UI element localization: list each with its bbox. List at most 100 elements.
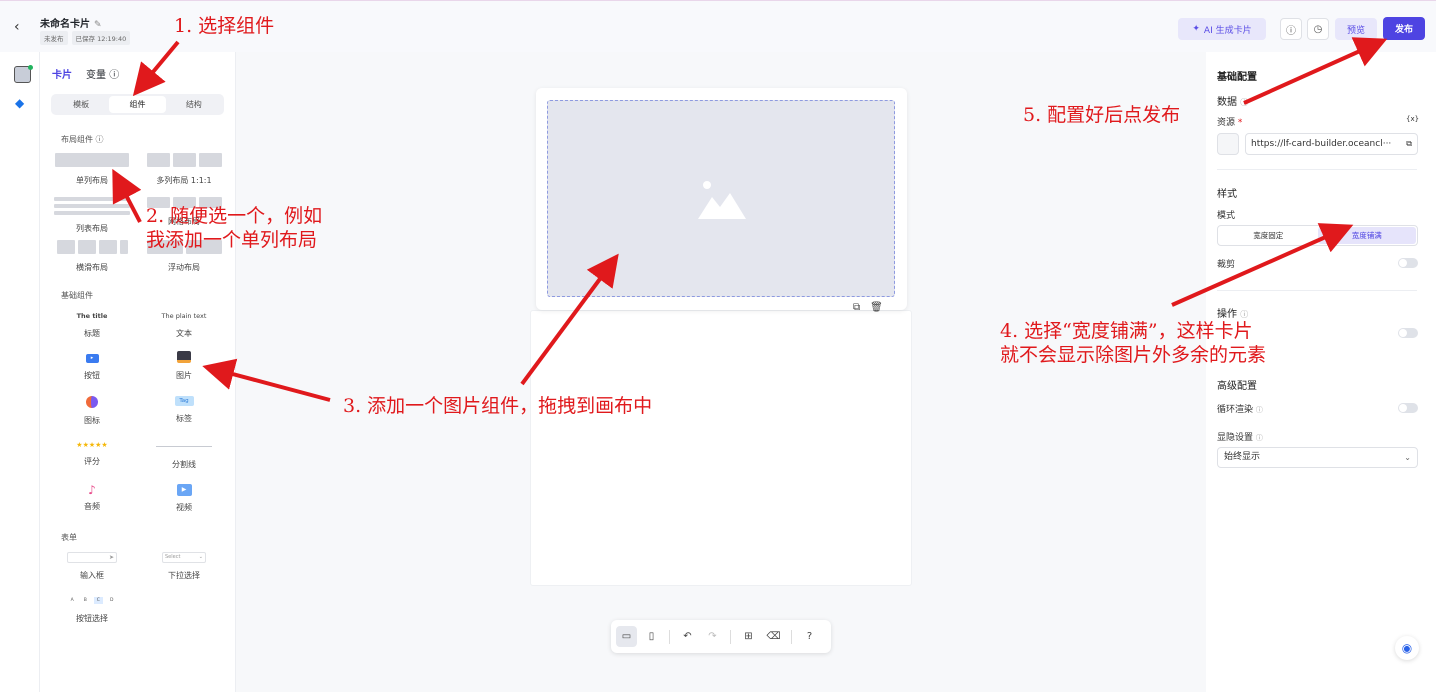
input-component[interactable]: ➤ 输入框 (52, 552, 132, 581)
mode-full-width[interactable]: 宽度铺满 (1317, 227, 1416, 244)
tag-sample: Tag (174, 396, 194, 406)
info-icon[interactable]: ⓘ (1280, 18, 1302, 40)
title-component[interactable]: The title 标题 (52, 312, 132, 339)
help-icon[interactable]: ? (799, 626, 820, 647)
toolbar-divider (730, 629, 731, 644)
canvas[interactable]: ⧉ 🗑 ▭ ▯ ↶ ↷ ⊞ ⌫ ? (236, 52, 1206, 692)
online-status-dot (28, 65, 33, 70)
video-component[interactable]: ▶ 视频 (144, 484, 224, 513)
history-icon[interactable]: ◷ (1307, 18, 1329, 40)
segment-components[interactable]: 组件 (109, 96, 166, 113)
info-icon: ⓘ (1240, 310, 1249, 319)
form-section-title: 表单 (61, 533, 77, 542)
crop-label: 裁剪 (1217, 260, 1236, 270)
horizontal-scroll-layout[interactable]: 横滑布局 (52, 240, 132, 273)
audio-component[interactable]: ♪ 音频 (52, 483, 132, 512)
publish-button[interactable]: 发布 (1383, 17, 1425, 40)
annotation-1: 1. 选择组件 (174, 15, 275, 37)
layout-section-title: 布局组件 ⓘ (61, 135, 104, 144)
eraser-icon[interactable]: ⌫ (763, 626, 784, 647)
rating-component[interactable]: ★★★★★ 评分 (52, 441, 132, 467)
delete-icon[interactable]: 🗑 (870, 302, 883, 313)
image-placeholder[interactable] (547, 100, 895, 297)
info-icon: ⓘ (1255, 406, 1263, 414)
grid-icon[interactable]: ⊞ (738, 626, 759, 647)
canvas-drop-area[interactable] (530, 310, 912, 586)
mobile-view-icon[interactable]: ▯ (641, 626, 662, 647)
single-column-preview (55, 153, 129, 167)
list-preview (54, 197, 130, 215)
basic-config-title: 基础配置 (1217, 72, 1257, 83)
divider-component[interactable]: 分割线 (144, 441, 224, 470)
button-sample-icon: ▸ (85, 354, 99, 363)
horizontal-scroll-preview (52, 240, 132, 254)
toolbar-divider (669, 629, 670, 644)
property-panel: 基础配置 数据 ⓘ 资源 * {x} https://lf-card-build… (1206, 52, 1436, 692)
segment-structure[interactable]: 结构 (166, 96, 222, 113)
crop-toggle[interactable] (1398, 258, 1418, 268)
loop-render-label: 循环渲染 ⓘ (1217, 405, 1263, 415)
mode-fixed-width[interactable]: 宽度固定 (1219, 227, 1318, 244)
data-section-title: 数据 ⓘ (1217, 97, 1249, 108)
info-icon: ⓘ (1255, 434, 1263, 442)
redo-icon[interactable]: ↷ (702, 626, 723, 647)
info-icon: ⓘ (109, 70, 120, 81)
canvas-toolbar: ▭ ▯ ↶ ↷ ⊞ ⌫ ? (611, 620, 831, 653)
button-select-component[interactable]: A B C D 按钮选择 (52, 597, 132, 624)
visibility-select[interactable]: 始终显示 ⌄ (1217, 447, 1418, 468)
sparkle-icon: ✦ (1192, 24, 1200, 34)
segment-templates[interactable]: 模板 (53, 96, 109, 113)
multi-column-layout[interactable]: 多列布局 1:1:1 (144, 153, 224, 186)
button-select-sample: ABCD (70, 597, 114, 604)
text-sample: The plain text (161, 312, 207, 320)
variable-button[interactable]: {x} (1406, 115, 1419, 123)
icon-sample-icon (86, 396, 98, 408)
send-icon: ➤ (67, 552, 117, 563)
action-toggle[interactable] (1398, 328, 1418, 338)
annotation-5: 5. 配置好后点发布 (1023, 104, 1181, 126)
tag-component[interactable]: Tag 标签 (144, 396, 224, 424)
tab-card[interactable]: 卡片 (52, 66, 72, 81)
ai-generate-button[interactable]: ✦ AI 生成卡片 (1178, 18, 1266, 40)
preview-button[interactable]: 预览 (1335, 18, 1377, 40)
annotation-3: 3. 添加一个图片组件，拖拽到画布中 (343, 395, 653, 417)
help-assistant-icon[interactable]: ◉ (1395, 636, 1419, 660)
info-icon: ⓘ (1240, 98, 1249, 107)
star-rating-icon: ★★★★★ (76, 441, 108, 449)
video-icon: ▶ (176, 484, 192, 496)
info-icon: ⓘ (95, 135, 104, 144)
icon-component[interactable]: 图标 (52, 396, 132, 426)
card-preview[interactable] (536, 88, 907, 310)
text-component[interactable]: The plain text 文本 (144, 312, 224, 339)
copy-icon[interactable]: ⧉ (853, 302, 860, 313)
visibility-label: 显隐设置 ⓘ (1217, 433, 1263, 443)
mode-segment: 宽度固定 宽度铺满 (1217, 225, 1418, 246)
undo-icon[interactable]: ↶ (677, 626, 698, 647)
loop-render-toggle[interactable] (1398, 403, 1418, 413)
style-section-title: 样式 (1217, 189, 1237, 200)
chevron-down-icon: ⌄ (1404, 453, 1411, 462)
annotation-2: 2. 随便选一个，例如 我添加一个单列布局 (146, 205, 323, 251)
basic-section-title: 基础组件 (61, 291, 93, 300)
section-divider (1217, 169, 1417, 170)
music-note-icon: ♪ (88, 483, 96, 497)
component-panel: 卡片 变量 ⓘ 模板 组件 结构 布局组件 ⓘ 单列布局 多列布局 1:1:1 … (40, 52, 236, 692)
copy-icon[interactable]: ⧉ (1406, 134, 1412, 154)
advanced-section-title: 高级配置 (1217, 381, 1257, 392)
desktop-view-icon[interactable]: ▭ (616, 626, 637, 647)
button-component[interactable]: ▸ 按钮 (52, 354, 132, 381)
toolbar-divider (791, 629, 792, 644)
image-thumbnail[interactable] (1217, 133, 1239, 155)
list-layout[interactable]: 列表布局 (52, 197, 132, 234)
single-column-layout[interactable]: 单列布局 (52, 153, 132, 186)
title-sample: The title (76, 312, 108, 320)
card-title[interactable]: 未命名卡片 ✎ (40, 15, 102, 30)
tab-variables[interactable]: 变量 ⓘ (86, 66, 119, 81)
image-component[interactable]: 图片 (144, 351, 224, 381)
app-rail: ◆ (0, 52, 40, 692)
back-icon[interactable]: ‹ (14, 19, 20, 35)
source-url-input[interactable]: https://lf-card-builder.oceancl··· ⧉ (1245, 133, 1418, 155)
dropdown-component[interactable]: Select ⌄ 下拉选择 (144, 552, 224, 581)
app-logo-icon[interactable]: ◆ (15, 96, 24, 110)
edit-icon[interactable]: ✎ (94, 20, 102, 30)
